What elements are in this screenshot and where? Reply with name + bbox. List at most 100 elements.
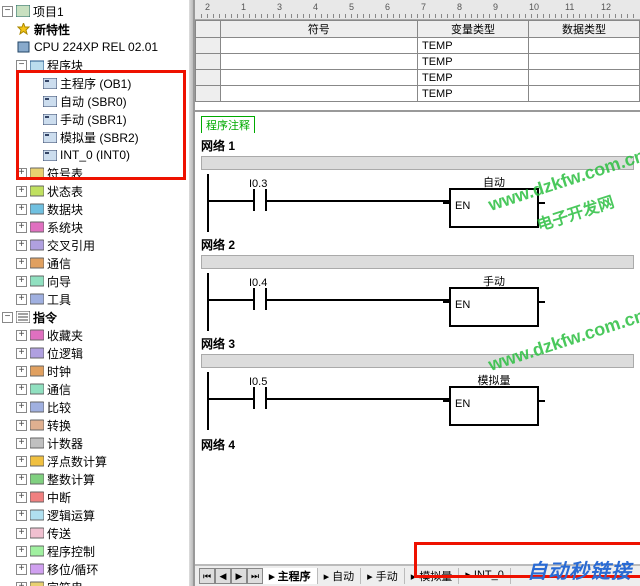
cell-datatype[interactable] (528, 38, 639, 54)
expand-icon[interactable]: + (16, 492, 27, 503)
tree-instr-item[interactable]: +计数器 (2, 434, 193, 452)
tree-new-feature[interactable]: 新特性 (2, 20, 193, 38)
tree-instr-item[interactable]: +转换 (2, 416, 193, 434)
cell-symbol[interactable] (220, 86, 417, 102)
tree-project[interactable]: − 项目1 (2, 2, 193, 20)
cell-symbol[interactable] (220, 38, 417, 54)
contact-no[interactable] (253, 387, 267, 409)
cell-datatype[interactable] (528, 86, 639, 102)
expand-icon[interactable]: + (16, 420, 27, 431)
expand-icon[interactable]: + (16, 258, 27, 269)
contact-no[interactable] (253, 189, 267, 211)
tree-instr-item[interactable]: +中断 (2, 488, 193, 506)
tree-node[interactable]: +交叉引用 (2, 236, 193, 254)
call-box[interactable]: 自动EN (449, 188, 539, 228)
tree-pou-item[interactable]: 模拟量 (SBR2) (2, 128, 193, 146)
tree-pou-item[interactable]: INT_0 (INT0) (2, 146, 193, 164)
tree-instructions[interactable]: − 指令 (2, 308, 193, 326)
network-title[interactable]: 网络 1 (201, 135, 634, 156)
tree-node[interactable]: +工具 (2, 290, 193, 308)
network-title[interactable]: 网络 3 (201, 333, 634, 354)
tree-node[interactable]: +通信 (2, 254, 193, 272)
tree-node[interactable]: +状态表 (2, 182, 193, 200)
tab-nav-last[interactable]: ⏭ (247, 568, 263, 584)
expand-icon[interactable]: + (16, 330, 27, 341)
expand-icon[interactable]: + (16, 222, 27, 233)
cell-vartype[interactable]: TEMP (417, 70, 528, 86)
expand-icon[interactable]: + (16, 510, 27, 521)
tree-node[interactable]: +系统块 (2, 218, 193, 236)
contact-no[interactable] (253, 288, 267, 310)
network-title[interactable]: 网络 2 (201, 234, 634, 255)
pou-tab[interactable]: ▸ INT_0 (459, 568, 511, 584)
expand-icon[interactable]: + (16, 582, 27, 586)
tree-cpu[interactable]: CPU 224XP REL 02.01 (2, 38, 193, 56)
call-box[interactable]: 模拟量EN (449, 386, 539, 426)
tree-instr-item[interactable]: +位逻辑 (2, 344, 193, 362)
cell-symbol[interactable] (220, 70, 417, 86)
expand-icon[interactable]: + (16, 384, 27, 395)
expand-icon[interactable]: + (16, 168, 27, 179)
expand-icon[interactable]: + (16, 276, 27, 287)
tree-node[interactable]: +符号表 (2, 164, 193, 182)
col-datatype[interactable]: 数据类型 (528, 21, 639, 38)
cell-vartype[interactable]: TEMP (417, 54, 528, 70)
expand-icon[interactable]: − (2, 6, 13, 17)
network-comment-strip[interactable] (201, 354, 634, 368)
network-title[interactable]: 网络 4 (201, 434, 634, 455)
tree-program-block[interactable]: − 程序块 (2, 56, 193, 74)
call-box[interactable]: 手动EN (449, 287, 539, 327)
expand-icon[interactable]: + (16, 528, 27, 539)
expand-icon[interactable]: + (16, 348, 27, 359)
ladder-rung[interactable]: I0.3自动EN (207, 174, 634, 232)
pou-tab[interactable]: ▸ 模拟量 (405, 568, 460, 584)
tree-instr-item[interactable]: +程序控制 (2, 542, 193, 560)
cell-datatype[interactable] (528, 54, 639, 70)
expand-icon[interactable]: + (16, 402, 27, 413)
expand-icon[interactable]: + (16, 294, 27, 305)
table-row[interactable]: TEMP (196, 86, 640, 102)
tree-instr-item[interactable]: +比较 (2, 398, 193, 416)
ladder-rung[interactable]: I0.5模拟量EN (207, 372, 634, 430)
network-comment-strip[interactable] (201, 255, 634, 269)
col-symbol[interactable]: 符号 (220, 21, 417, 38)
tree-instr-item[interactable]: +移位/循环 (2, 560, 193, 578)
expand-icon[interactable]: − (16, 60, 27, 71)
tree-instr-item[interactable]: +浮点数计算 (2, 452, 193, 470)
table-row[interactable]: TEMP (196, 38, 640, 54)
expand-icon[interactable]: + (16, 564, 27, 575)
pou-tab[interactable]: ▸ 自动 (318, 568, 362, 584)
expand-icon[interactable]: + (16, 438, 27, 449)
expand-icon[interactable]: + (16, 240, 27, 251)
cell-vartype[interactable]: TEMP (417, 38, 528, 54)
tree-instr-item[interactable]: +通信 (2, 380, 193, 398)
cell-vartype[interactable]: TEMP (417, 86, 528, 102)
tree-pou-item[interactable]: 主程序 (OB1) (2, 74, 193, 92)
tree-instr-item[interactable]: +收藏夹 (2, 326, 193, 344)
network-comment-strip[interactable] (201, 156, 634, 170)
table-row[interactable]: TEMP (196, 70, 640, 86)
expand-icon[interactable]: − (2, 312, 13, 323)
tree-pou-item[interactable]: 自动 (SBR0) (2, 92, 193, 110)
cell-symbol[interactable] (220, 54, 417, 70)
expand-icon[interactable]: + (16, 204, 27, 215)
tree-instr-item[interactable]: +逻辑运算 (2, 506, 193, 524)
table-row[interactable]: TEMP (196, 54, 640, 70)
ladder-rung[interactable]: I0.4手动EN (207, 273, 634, 331)
program-comment-header[interactable]: 程序注释 (201, 116, 255, 133)
tab-nav-prev[interactable]: ◀ (215, 568, 231, 584)
expand-icon[interactable]: + (16, 474, 27, 485)
tab-nav-next[interactable]: ▶ (231, 568, 247, 584)
tree-instr-item[interactable]: +传送 (2, 524, 193, 542)
pou-tab[interactable]: ▸ 手动 (361, 568, 405, 584)
tree-instr-item[interactable]: +字符串 (2, 578, 193, 586)
expand-icon[interactable]: + (16, 456, 27, 467)
pou-tab[interactable]: ▸ 主程序 (263, 568, 318, 584)
tree-instr-item[interactable]: +整数计算 (2, 470, 193, 488)
tab-nav-first[interactable]: ⏮ (199, 568, 215, 584)
expand-icon[interactable]: + (16, 366, 27, 377)
tree-instr-item[interactable]: +时钟 (2, 362, 193, 380)
col-vartype[interactable]: 变量类型 (417, 21, 528, 38)
tree-node[interactable]: +数据块 (2, 200, 193, 218)
tree-node[interactable]: +向导 (2, 272, 193, 290)
